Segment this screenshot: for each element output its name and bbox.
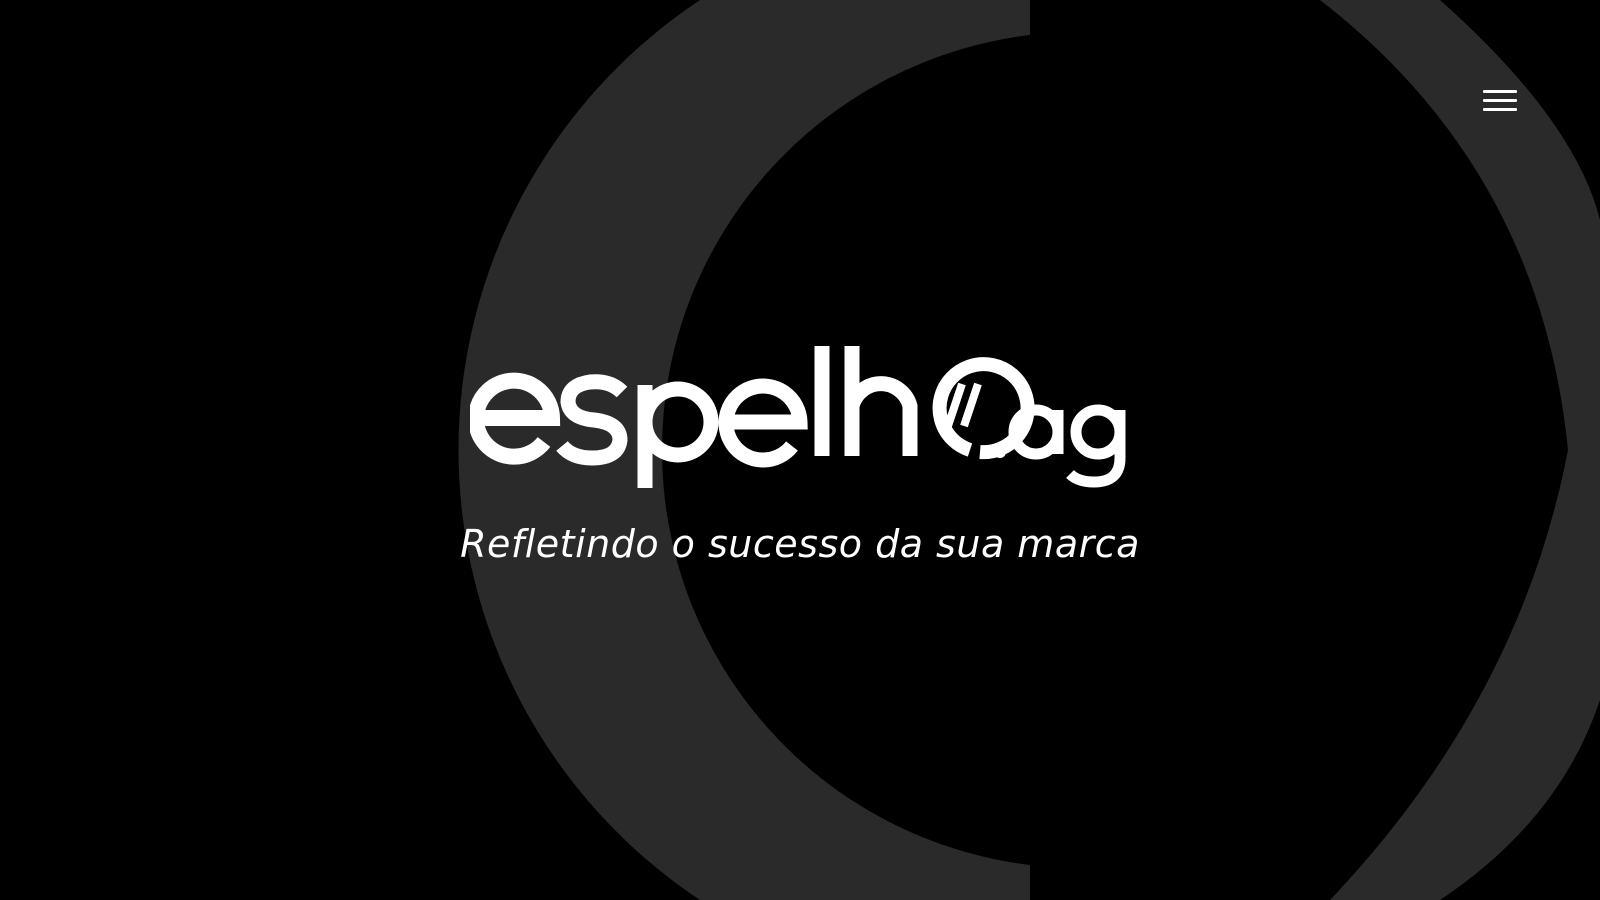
hamburger-menu-icon-bar (1483, 98, 1517, 102)
tagline: Refletindo o sucesso da sua marca (460, 522, 1140, 566)
hero-section: Refletindo o sucesso da sua marca (0, 340, 1600, 580)
logo-wordmark (470, 346, 1035, 488)
menu-button[interactable] (1478, 80, 1522, 120)
hamburger-menu-icon (1483, 89, 1517, 93)
logo-suffix (994, 404, 1126, 488)
landing-page: Refletindo o sucesso da sua marca (0, 0, 1600, 900)
brand-logo (470, 346, 1126, 488)
hamburger-menu-icon-bar (1483, 107, 1517, 111)
